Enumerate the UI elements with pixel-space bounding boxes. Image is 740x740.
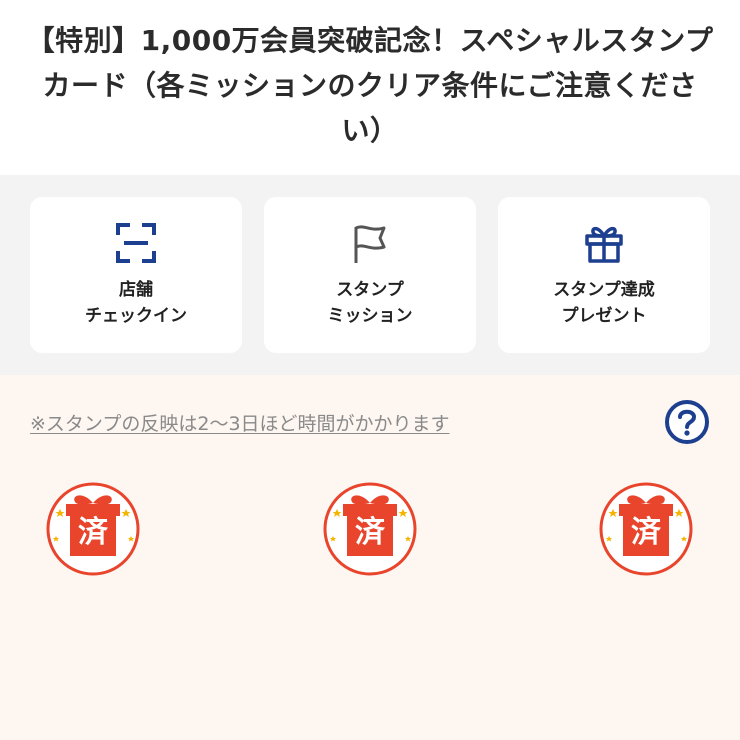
menu-label-line1: スタンプ達成 — [553, 280, 655, 300]
menu-label: スタンプ達成 プレゼント — [553, 277, 655, 329]
scan-frame-icon — [116, 223, 156, 263]
menu-card-store-checkin[interactable]: 店舗 チェックイン — [30, 197, 242, 353]
gift-icon — [585, 226, 623, 263]
page-title: 【特別】1,000万会員突破記念！スペシャルスタンプカード（各ミッションのクリア… — [26, 24, 714, 147]
menu-card-stamp-present[interactable]: スタンプ達成 プレゼント — [498, 197, 710, 353]
notice-row: ※スタンプの反映は2〜3日ほど時間がかかります — [30, 399, 710, 445]
stamp-card: ※スタンプの反映は2〜3日ほど時間がかかります 済 済 済 — [0, 375, 740, 740]
flag-icon — [354, 225, 386, 263]
menu-label-line2: チェックイン — [85, 306, 187, 326]
menu-label-line2: ミッション — [327, 306, 413, 326]
title-block: 【特別】1,000万会員突破記念！スペシャルスタンプカード（各ミッションのクリア… — [0, 0, 740, 175]
menu-label-line1: 店舗 — [119, 280, 153, 300]
menu-label-line2: プレゼント — [561, 306, 647, 326]
stamp-notice-link[interactable]: ※スタンプの反映は2〜3日ほど時間がかかります — [30, 409, 450, 436]
stamp-slot-2: 済 — [322, 481, 418, 577]
stamp-completed-label: 済 — [631, 515, 661, 550]
menu-band: 店舗 チェックイン スタンプ ミッション スタンプ達成 プレゼント — [0, 175, 740, 375]
menu-label: スタンプ ミッション — [328, 277, 413, 329]
menu-card-stamp-mission[interactable]: スタンプ ミッション — [264, 197, 476, 353]
stamp-completed-label: 済 — [78, 515, 108, 550]
menu-label-line1: スタンプ — [336, 280, 404, 300]
stamp-slot-1: 済 — [45, 481, 141, 577]
question-circle-icon[interactable] — [664, 399, 710, 445]
menu-label: 店舗 チェックイン — [85, 277, 187, 329]
stamp-completed-label: 済 — [355, 515, 385, 550]
stamp-row: 済 済 済 — [30, 481, 710, 601]
stamp-slot-3: 済 — [598, 481, 694, 577]
